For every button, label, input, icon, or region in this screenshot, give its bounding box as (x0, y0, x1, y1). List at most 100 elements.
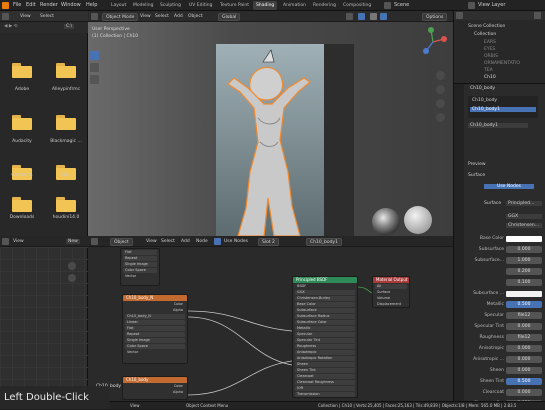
menu-file[interactable]: File (13, 2, 21, 8)
section-preview[interactable]: Preview (468, 162, 486, 167)
shading-solid-icon[interactable] (370, 13, 377, 20)
menu-help[interactable]: Help (86, 2, 97, 8)
node-socket[interactable]: Color (125, 384, 185, 389)
new-image-button[interactable]: New (66, 239, 80, 244)
tab-animation[interactable]: Animation (280, 1, 309, 10)
node-field[interactable]: Subsurface Radius (295, 314, 355, 319)
material-output-node[interactable]: Material Output All Surface Volume Displ… (372, 276, 410, 308)
tab-texture-paint[interactable]: Texture Paint (217, 1, 252, 10)
zoom-icon[interactable] (436, 71, 445, 80)
outliner-item[interactable]: TEA (484, 68, 493, 73)
node-field[interactable]: Clearcoat (295, 374, 355, 379)
node-socket[interactable]: Color (125, 302, 185, 307)
distribution-dropdown[interactable]: GGX (506, 214, 542, 219)
node-field[interactable]: IOR (295, 386, 355, 391)
outliner-item[interactable]: ORNAMENTATIO (484, 61, 520, 66)
vp-menu-add[interactable]: Add (174, 14, 183, 19)
tab-compositing[interactable]: Compositing (340, 1, 374, 10)
editor-type-icon[interactable] (91, 238, 98, 245)
node-field[interactable]: Clearcoat Roughness (295, 380, 355, 385)
value-field[interactable]: 0.500 (506, 301, 542, 308)
node-field[interactable]: Color Space (125, 344, 185, 349)
shading-material-icon[interactable] (380, 13, 387, 20)
value-field[interactable]: 0.000 (506, 367, 542, 374)
folder-icon[interactable] (12, 115, 32, 130)
ne-menu-select[interactable]: Select (161, 239, 175, 244)
node-field[interactable]: All (375, 284, 407, 289)
material-dropdown[interactable]: Ch10_body1 (306, 237, 342, 246)
vp-menu-object[interactable]: Object (188, 14, 203, 19)
node-socket[interactable]: Surface (375, 290, 407, 295)
folder-icon[interactable] (12, 197, 32, 212)
editor-type-icon[interactable] (2, 13, 9, 20)
node-title[interactable]: Material Output (373, 277, 409, 283)
value-field[interactable]: 0.000 (506, 389, 542, 396)
node-socket[interactable]: Alpha (125, 308, 185, 313)
ne-menu-view[interactable]: View (146, 239, 157, 244)
node-field[interactable]: Roughness (295, 344, 355, 349)
cursor-tool-icon[interactable] (90, 63, 99, 72)
node-field[interactable]: Single Image (125, 338, 185, 343)
tab-rendering[interactable]: Rendering (310, 1, 339, 10)
folder-icon[interactable] (12, 63, 32, 78)
scene-label[interactable]: Scene (394, 2, 409, 8)
image-texture-node[interactable]: Ch10_body_N Color Alpha Ch10_body_N Line… (122, 294, 188, 364)
principled-bsdf-node[interactable]: Principled BSDF BSDF GGX Christensen-Burle… (292, 276, 358, 398)
node-socket[interactable]: Alpha (125, 390, 185, 395)
texture-node-top[interactable]: Flat Repeat Single Image Color Space Vec… (120, 248, 160, 286)
object-type-dropdown[interactable]: Object (110, 237, 133, 246)
view-layer-label[interactable]: View Layer (478, 2, 505, 8)
node-field[interactable]: Base Color (295, 302, 355, 307)
node-field[interactable]: Flat (125, 326, 185, 331)
value-field[interactable]: 0.200 (506, 268, 542, 275)
tab-modeling[interactable]: Modeling (130, 1, 156, 10)
folder-icon[interactable] (56, 63, 76, 78)
node-socket[interactable]: Vector (125, 350, 185, 355)
image-texture-node-2[interactable]: Ch10_body Color Alpha (122, 376, 188, 400)
node-field[interactable]: Transmission (295, 392, 355, 397)
node-field[interactable]: Sheen (295, 362, 355, 367)
value-field[interactable]: 0.500 (506, 378, 542, 385)
pan-hand-icon[interactable] (436, 85, 445, 94)
color-swatch[interactable] (506, 290, 542, 297)
use-nodes-checkbox[interactable] (214, 238, 221, 245)
folder-icon[interactable] (56, 115, 76, 130)
3d-viewport[interactable]: Object Mode View Select Add Object Globa… (88, 11, 453, 236)
node-socket[interactable]: Vector (123, 274, 157, 279)
shader-node-editor[interactable]: Object View Select Add Node Use Nodes Sl… (88, 236, 453, 409)
value-field[interactable]: 0.100 (506, 279, 542, 286)
node-field[interactable]: Specular (295, 332, 355, 337)
menu-edit[interactable]: Edit (26, 2, 36, 8)
collection-label[interactable]: Collection (474, 32, 496, 37)
node-socket[interactable]: Volume (375, 296, 407, 301)
mode-dropdown[interactable]: Object Mode (102, 12, 139, 21)
select-tool-icon[interactable] (90, 51, 99, 60)
scene-collection-label[interactable]: Scene Collection (468, 24, 505, 29)
vp-menu-view[interactable]: View (140, 14, 151, 19)
outliner-item[interactable]: EARS (484, 40, 496, 45)
tab-layout[interactable]: Layout (108, 1, 129, 10)
node-field[interactable]: Christensen-Burley (295, 296, 355, 301)
image-editor[interactable]: View New (0, 236, 88, 409)
pan-hand-icon[interactable] (68, 274, 76, 282)
node-field[interactable]: Linear (125, 320, 185, 325)
outliner-item[interactable]: ORBIS (484, 54, 498, 59)
value-field[interactable]: 0.000 (506, 246, 542, 253)
ne-menu-node[interactable]: Node (196, 239, 208, 244)
options-dropdown[interactable]: Options (422, 12, 448, 21)
xray-icon[interactable] (358, 13, 365, 20)
value-field[interactable]: file12 (506, 334, 542, 341)
back-icon[interactable]: ◀ ▶ ⟲ (4, 24, 18, 29)
tab-sculpting[interactable]: Sculpting (157, 1, 184, 10)
overlay-icon[interactable] (346, 13, 353, 20)
node-field[interactable]: BSDF (295, 284, 355, 289)
value-field[interactable]: 0.000 (506, 323, 542, 330)
tab-shading[interactable]: Shading (253, 1, 278, 10)
surface-shader-dropdown[interactable]: Principled... (506, 201, 542, 206)
orientation-dropdown[interactable]: Global (218, 12, 241, 21)
blender-logo-icon[interactable] (2, 2, 9, 9)
color-swatch[interactable] (506, 235, 542, 242)
node-field[interactable]: Repeat (123, 256, 157, 261)
node-field[interactable]: Subsurface Color (295, 320, 355, 325)
vp-menu-select[interactable]: Select (155, 14, 169, 19)
